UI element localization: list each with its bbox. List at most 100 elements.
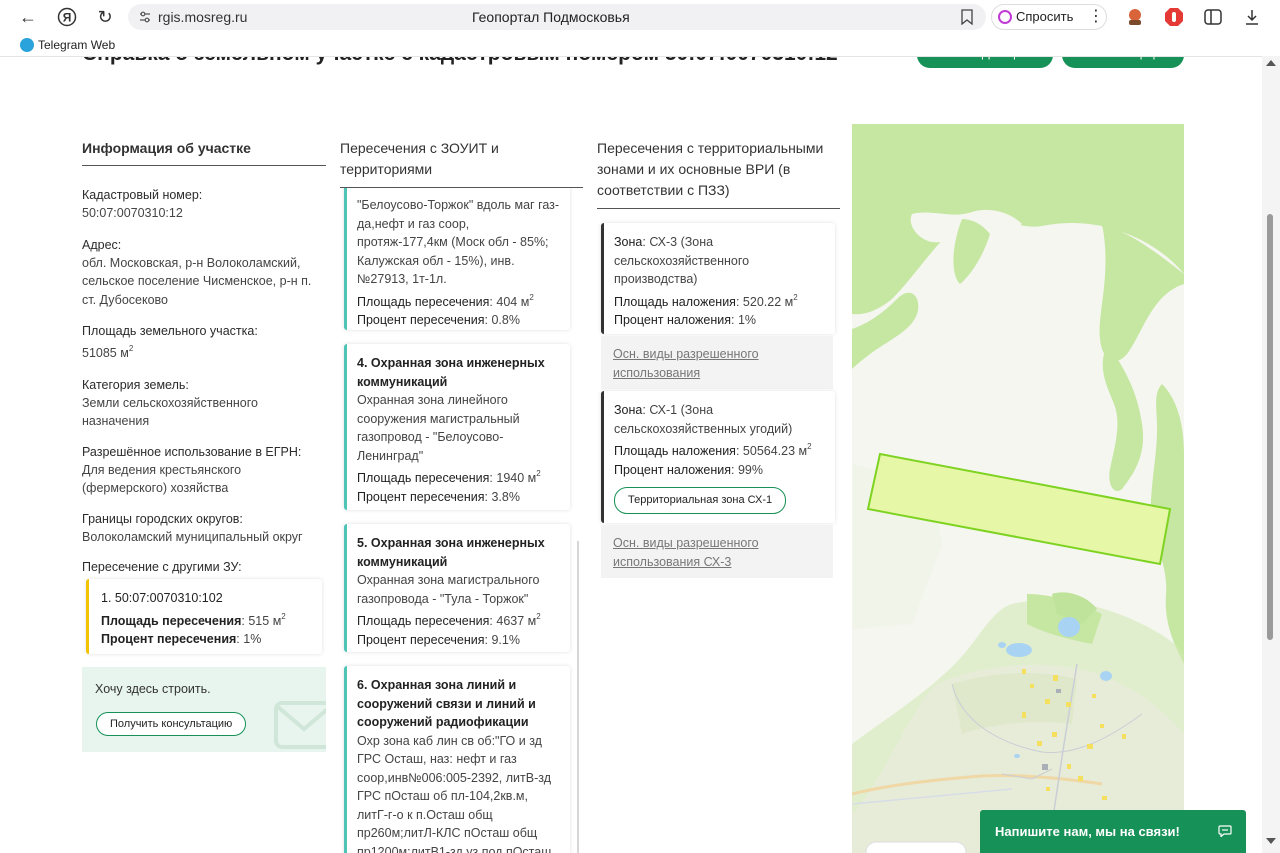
category-label: Категория земель	[82, 377, 186, 392]
ask-label: Спросить	[1016, 9, 1074, 24]
zouit-card-4: 4. Охранная зона инженерных коммуникаций…	[344, 344, 570, 510]
telegram-icon	[20, 38, 34, 52]
chat-bubble-icon	[1218, 825, 1232, 837]
bookmark-telegram-label: Telegram Web	[38, 38, 116, 52]
download-icon[interactable]	[1241, 6, 1263, 28]
zouit-scrollbar[interactable]	[577, 541, 579, 853]
zouit-column: Пересечения с ЗОУИТ и территориями	[340, 138, 583, 188]
sidebar-icon[interactable]	[1202, 6, 1224, 28]
intersection-pct-label: Процент пересечения	[101, 632, 237, 646]
intersection-area-label: Площадь пересечения	[101, 613, 242, 628]
borders-value: Волоколамский муниципальный округ	[82, 529, 303, 544]
address-row: ← Я ↻ rgis.mosreg.ru Геопортал Подмосков…	[0, 0, 1280, 34]
bookmarks-bar: Telegram Web	[0, 35, 1280, 55]
zouit-card-6-title: 6. Охранная зона линий и сооружений связ…	[357, 678, 536, 729]
zouit-scroll-area[interactable]: "Белоусово-Торжок" вдоль маг газ-да,нефт…	[340, 188, 583, 853]
zouit-card-3-pct-value: 0.8%	[491, 313, 520, 327]
zouit-card-6-text: Охр зона каб лин св об:"ГО и зд ГРС Оста…	[357, 733, 552, 853]
alice-icon	[998, 10, 1012, 24]
cadastral-value: 50:07:0070310:12	[82, 206, 183, 220]
cadastral-label: Кадастровый номер	[82, 188, 199, 202]
extension-icon[interactable]	[1124, 6, 1146, 28]
consult-button[interactable]: Получить консультацию	[96, 712, 247, 736]
zouit-card-3-area-label: Площадь пересечения	[357, 294, 490, 309]
build-consult-box: Хочу здесь строить. Получить консультаци…	[82, 667, 326, 752]
url-text: rgis.mosreg.ru	[158, 9, 248, 25]
bookmark-telegram[interactable]: Telegram Web	[20, 38, 115, 52]
zouit-card-5-pct-value: 9.1%	[491, 632, 520, 647]
scroll-up-icon[interactable]	[1266, 60, 1276, 66]
chrome-divider	[0, 56, 1262, 57]
parcel-map[interactable]	[852, 124, 1184, 853]
adblock-icon[interactable]	[1163, 6, 1185, 28]
zone-card-2: Зона: СХ-1 (Зона сельскохозяйственных уг…	[601, 391, 835, 523]
usage-value: Для ведения крестьянского (фермерского) …	[82, 462, 242, 496]
zone-1-area-value: 520.22 м	[742, 294, 794, 309]
divider	[597, 208, 840, 209]
zouit-card-4-area-value: 1940 м	[496, 471, 537, 485]
parcel-info-title: Информация об участке	[82, 140, 251, 156]
borders-label: Границы городских округов	[82, 511, 240, 526]
divider	[82, 165, 326, 166]
yandex-icon[interactable]: Я	[57, 7, 77, 27]
zouit-card-4-text: Охранная зона линейного сооружения магис…	[357, 393, 520, 463]
bookmark-icon[interactable]	[960, 9, 974, 25]
zouit-card-4-title: 4. Охранная зона инженерных коммуникаций	[357, 356, 545, 389]
zouit-card-3-text: "Белоусово-Торжок" вдоль маг газ-да,нефт…	[357, 198, 560, 286]
map-canvas[interactable]	[852, 124, 1184, 853]
zone-1-label: Зона	[614, 235, 643, 249]
zone-2-vri-link[interactable]: Осн. виды разрешенного использования СХ-…	[601, 525, 833, 578]
zouit-card-3: "Белоусово-Торжок" вдоль маг газ-да,нефт…	[344, 188, 570, 330]
zone-2-label: Зона	[614, 403, 643, 417]
chat-label: Напишите нам, мы на связи!	[995, 824, 1180, 839]
svg-text:Я: Я	[63, 11, 72, 25]
site-settings-icon[interactable]	[138, 10, 152, 24]
zouit-card-5-text: Охранная зона магистрального газопровода…	[357, 573, 540, 606]
zone-2-area-label: Площадь наложения	[614, 444, 736, 458]
zouit-card-3-area-value: 404 м	[496, 294, 530, 309]
scroll-down-icon[interactable]	[1266, 838, 1276, 844]
parcel-info-column: Информация об участке Кадастровый номер:…	[82, 138, 326, 576]
address-value: обл. Московская, р-н Волоколамский, сель…	[82, 255, 312, 307]
page-tab-title: Геопортал Подмосковья	[472, 9, 630, 25]
zone-sx1-button[interactable]: Территориальная зона СХ-1	[614, 487, 787, 514]
zones-title: Пересечения с территориальными зонами и …	[597, 140, 824, 198]
browser-chrome: ← Я ↻ rgis.mosreg.ru Геопортал Подмосков…	[0, 0, 1280, 56]
scroll-thumb[interactable]	[1267, 214, 1273, 640]
chat-widget[interactable]: Напишите нам, мы на связи!	[980, 810, 1246, 853]
zouit-title: Пересечения с ЗОУИТ и территориями	[340, 140, 499, 177]
back-arrow-icon[interactable]: ←	[18, 7, 38, 27]
zouit-card-5-area-value: 4637 м	[496, 614, 537, 628]
zouit-card-5-area-label: Площадь пересечения	[357, 614, 490, 628]
envelope-icon	[274, 701, 326, 749]
intersection-pct-value: 1%	[243, 632, 262, 646]
intersection-title: 1. 50:07:0070310:102	[101, 591, 223, 605]
zouit-card-5-title: 5. Охранная зона инженерных коммуникаций	[357, 536, 545, 569]
zouit-card-3-pct-label: Процент пересечения	[357, 313, 485, 327]
zone-1-pct-label: Процент наложения	[614, 313, 732, 327]
zouit-card-5-pct-label: Процент пересечения	[357, 632, 485, 647]
zones-column: Пересечения с территориальными зонами и …	[597, 138, 840, 209]
zone-1-area-label: Площадь наложения	[614, 294, 736, 309]
area-label: Площадь земельного участка	[82, 324, 255, 338]
zone-2-pct-label: Процент наложения	[614, 462, 732, 477]
page-scrollbar[interactable]	[1262, 56, 1280, 853]
address-label: Адрес	[82, 237, 118, 252]
category-value: Земли сельскохозяйственного назначения	[82, 395, 258, 429]
zouit-card-4-pct-label: Процент пересечения	[357, 489, 485, 504]
zone-card-1: Зона: СХ-3 (Зона сельскохозяйственного п…	[601, 223, 835, 334]
build-text: Хочу здесь строить.	[95, 682, 211, 696]
zone-2-area-value: 50564.23 м	[742, 444, 808, 458]
menu-dots-icon[interactable]: ⋮	[1085, 6, 1107, 28]
zone-1-vri-link[interactable]: Осн. виды разрешенного использования	[601, 336, 833, 389]
usage-label: Разрешённое использование в ЕГРН	[82, 444, 298, 459]
intersection-card: 1. 50:07:0070310:102 Площадь пересечения…	[86, 579, 322, 654]
zouit-card-5: 5. Охранная зона инженерных коммуникаций…	[344, 524, 570, 652]
intersection-area-value: 515 м	[248, 613, 282, 628]
reload-icon[interactable]: ↻	[95, 7, 115, 27]
zouit-card-6: 6. Охранная зона линий и сооружений связ…	[344, 666, 570, 853]
zouit-card-4-pct-value: 3.8%	[491, 489, 520, 504]
zouit-card-4-area-label: Площадь пересечения	[357, 471, 490, 485]
zone-2-pct-value: 99%	[737, 462, 764, 477]
area-value: 51085 м	[82, 346, 129, 360]
